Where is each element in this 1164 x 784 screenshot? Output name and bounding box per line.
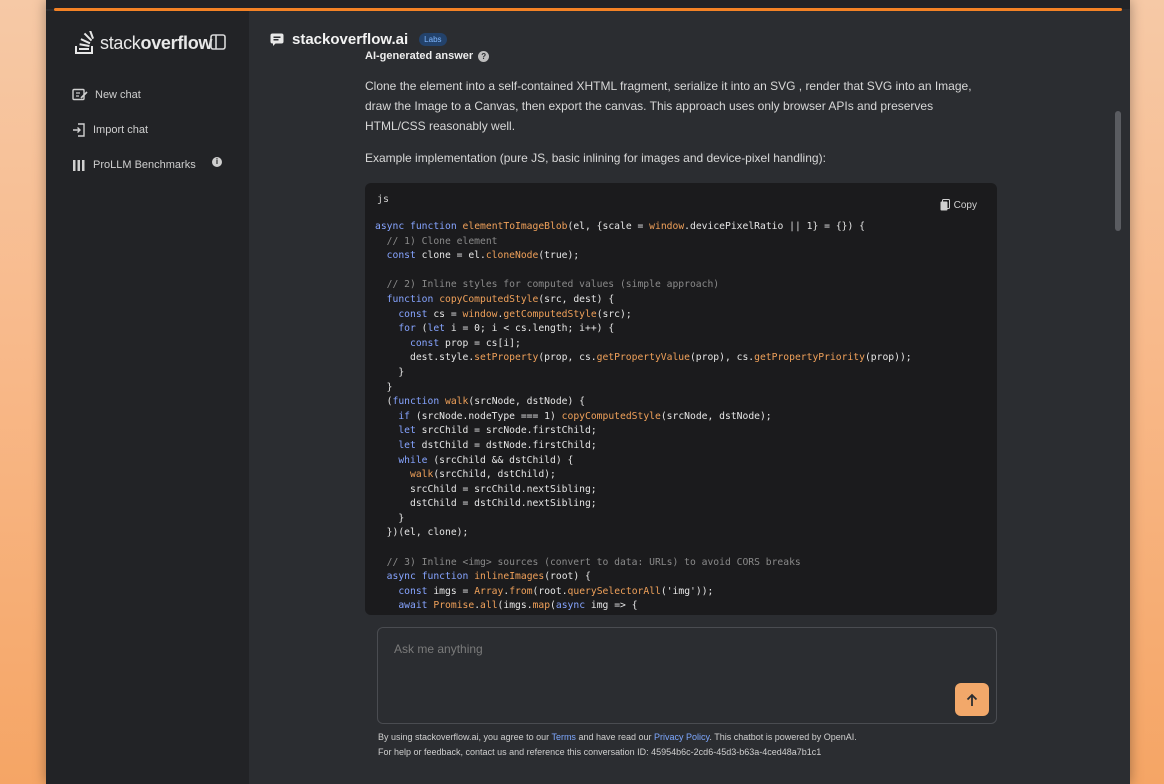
copy-icon — [940, 199, 950, 211]
privacy-link[interactable]: Privacy Policy — [654, 732, 709, 742]
new-chat-icon — [72, 88, 88, 101]
code-line: if (srcNode.nodeType === 1) copyComputed… — [398, 410, 772, 422]
code-line: async function elementToImageBlob(el, {s… — [375, 221, 865, 232]
terms-link[interactable]: Terms — [551, 732, 576, 742]
code-line: (function walk(srcNode, dstNode) { — [375, 396, 586, 408]
scrollbar-thumb[interactable] — [1115, 111, 1121, 231]
stack-logo-icon — [75, 31, 94, 54]
scrollbar[interactable] — [1114, 59, 1122, 615]
code-line: dest.style.setProperty(prop, cs.getPrope… — [375, 352, 912, 364]
code-language-label: js — [377, 194, 390, 205]
code-line: } — [375, 366, 405, 378]
send-button[interactable] — [955, 683, 989, 716]
code-block: js Copy async function elementToImageBlo… — [365, 183, 997, 615]
code-line: let srcChild = srcNode.firstChild; — [398, 425, 597, 437]
code-line: const imgs = Array.from(root.querySelect… — [398, 585, 714, 597]
labs-badge: Labs — [419, 33, 447, 46]
code-line: } — [375, 381, 393, 393]
sidebar-item-label: ProLLM Benchmarks — [93, 159, 196, 171]
info-icon[interactable]: i — [212, 157, 222, 167]
code-line: function copyComputedStyle(src, dest) { — [386, 293, 615, 305]
chat-bubble-icon — [270, 33, 284, 46]
sidebar: stackoverflow New chat Import chat ProLL… — [46, 11, 249, 784]
answer-paragraph: Clone the element into a self-contained … — [365, 79, 972, 133]
sidebar-item-prollm-benchmarks[interactable]: ProLLM Benchmarks — [72, 156, 196, 174]
footer-disclaimer: By using stackoverflow.ai, you agree to … — [378, 730, 1018, 760]
brand-title: stackoverflow.ai — [292, 31, 409, 48]
chat-main: stackoverflow.ai Labs AI-generated answe… — [249, 11, 1130, 784]
app-window: stackoverflow New chat Import chat ProLL… — [46, 0, 1130, 784]
footer-line-1: By using stackoverflow.ai, you agree to … — [378, 732, 857, 742]
chat-header: stackoverflow.ai Labs — [270, 31, 447, 48]
code-line: // 2) Inline styles for computed values … — [375, 279, 720, 291]
import-icon — [73, 123, 85, 137]
answer-paragraph: Example implementation (pure JS, basic i… — [365, 151, 826, 165]
code-line: srcChild = srcChild.nextSibling; — [375, 483, 597, 495]
code-line: } — [375, 512, 405, 524]
code-line: const prop = cs[i]; — [410, 337, 521, 349]
stackoverflow-logo[interactable]: stackoverflow — [74, 31, 212, 55]
sidebar-item-label: New chat — [95, 89, 141, 101]
copy-label: Copy — [953, 199, 977, 211]
code-line: let dstChild = dstNode.firstChild; — [398, 439, 597, 451]
logo-text: stackoverflow — [100, 32, 213, 53]
code-line: const cs = window.getComputedStyle(src); — [398, 308, 632, 320]
sidebar-item-label: Import chat — [93, 124, 149, 136]
answer-heading: AI-generated answer ? — [365, 48, 490, 64]
footer-line-2: For help or feedback, contact us and ref… — [378, 747, 822, 757]
code-line: // 3) Inline <img> sources (convert to d… — [375, 556, 801, 568]
code-line: while (srcChild && dstChild) { — [398, 454, 574, 466]
code-line: async function inlineImages(root) { — [386, 571, 591, 583]
code-line: await Promise.all(imgs.map(async img => … — [398, 600, 638, 612]
sidebar-item-new-chat[interactable]: New chat — [72, 86, 141, 104]
chat-input[interactable] — [378, 628, 996, 723]
code-content: async function elementToImageBlob(el, {s… — [375, 220, 989, 614]
help-icon[interactable]: ? — [478, 50, 490, 62]
code-line: dstChild = dstChild.nextSibling; — [375, 498, 597, 510]
sidebar-toggle-icon[interactable] — [209, 33, 227, 51]
code-line: })(el, clone); — [375, 527, 469, 539]
code-line: for (let i = 0; i < cs.length; i++) { — [398, 323, 615, 335]
benchmarks-icon — [73, 160, 85, 171]
composer — [377, 627, 997, 724]
code-line: walk(srcChild, dstChild); — [410, 469, 556, 481]
copy-button[interactable]: Copy — [940, 199, 977, 211]
sidebar-item-import-chat[interactable]: Import chat — [72, 121, 148, 139]
code-line: // 1) Clone element — [375, 235, 498, 247]
arrow-up-icon — [966, 693, 978, 706]
code-line: const clone = el.cloneNode(true); — [386, 250, 580, 262]
